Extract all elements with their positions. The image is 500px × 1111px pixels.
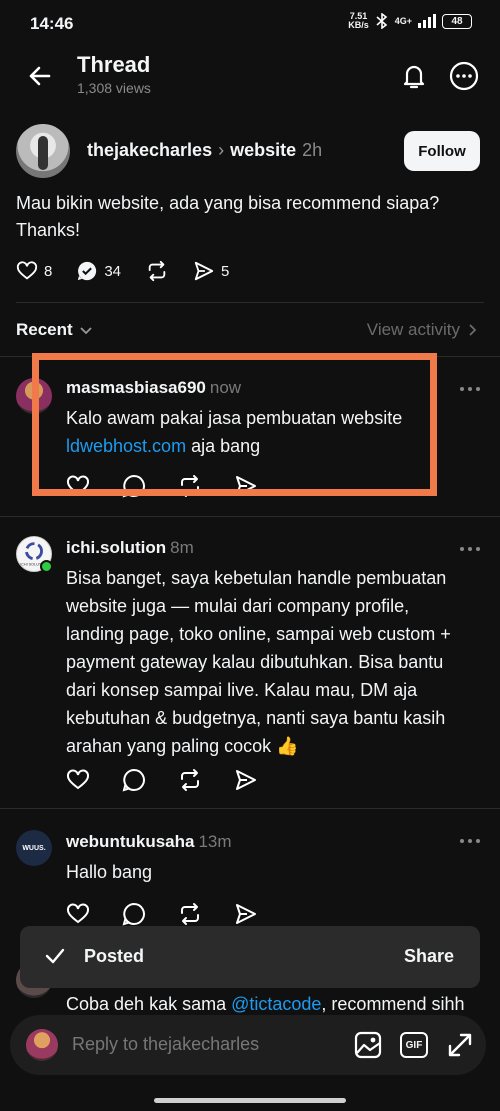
replies-button[interactable]: 34: [76, 260, 121, 282]
network-speed: 7.51 KB/s: [348, 12, 369, 30]
send-icon: [194, 261, 214, 281]
comment-icon[interactable]: [122, 902, 146, 926]
like-button[interactable]: 8: [16, 260, 52, 282]
repost-icon[interactable]: [178, 768, 202, 792]
post-text-line: Thanks!: [16, 220, 81, 240]
chevron-down-icon: [80, 327, 92, 335]
share-button[interactable]: 5: [193, 260, 229, 282]
divider: [0, 808, 500, 809]
network-speed-unit: KB/s: [348, 20, 369, 30]
check-icon: [45, 948, 65, 964]
view-count: 1,308 views: [77, 80, 151, 96]
status-time: 14:46: [30, 14, 74, 33]
reply-actions: [66, 902, 258, 926]
reply-text: Coba deh kak sama @tictacode, recommend …: [66, 990, 486, 1018]
comment-icon[interactable]: [122, 768, 146, 792]
reply-username-text: ichi.solution: [66, 538, 167, 557]
sort-label: Recent: [16, 320, 73, 339]
reply-text-line: landing page, toko online, sampai web cu…: [66, 624, 451, 644]
more-circle-icon: [449, 61, 479, 91]
more-icon[interactable]: [458, 384, 482, 394]
view-activity-label: View activity: [366, 320, 460, 339]
reply-composer[interactable]: Reply to thejakecharles GIF: [10, 1015, 486, 1075]
back-button[interactable]: [22, 58, 58, 94]
post-username[interactable]: thejakecharles: [87, 140, 212, 161]
follow-button[interactable]: Follow: [404, 131, 480, 171]
avatar: [26, 1029, 58, 1061]
heart-icon[interactable]: [66, 902, 90, 926]
reply-actions: [66, 768, 258, 792]
divider: [0, 516, 500, 517]
send-icon[interactable]: [234, 902, 258, 926]
reply-text-line: kebutuhan & budgetnya, nanti saya bantu …: [66, 708, 446, 728]
reply-text-part: , recommend sihh: [321, 994, 465, 1014]
reply-username-text: webuntukusaha: [66, 832, 195, 851]
toast-label: Posted: [84, 946, 145, 966]
chevron-right-icon: [469, 324, 477, 336]
sort-bar: Recent View activity: [0, 318, 500, 344]
reply-username[interactable]: ichi.solution 8m: [66, 538, 194, 558]
post-time: 2h: [302, 140, 323, 160]
more-options-button[interactable]: [446, 58, 482, 94]
share-count: 5: [221, 262, 230, 280]
expand-icon[interactable]: [444, 1029, 476, 1061]
notifications-button[interactable]: [396, 58, 432, 94]
reply-text-line: dari konsep sampai live. Kalau mau, DM a…: [66, 680, 418, 700]
image-icon[interactable]: [352, 1029, 384, 1061]
battery-level: 48: [451, 15, 463, 27]
reply-time: 8m: [170, 538, 194, 557]
comment-check-icon: [78, 261, 97, 281]
home-indicator[interactable]: [154, 1098, 346, 1103]
reply-text-part: Coba deh kak sama: [66, 994, 232, 1014]
mention-link[interactable]: @tictacode: [231, 994, 321, 1014]
gif-button[interactable]: GIF: [398, 1029, 430, 1061]
page-title: Thread: [77, 52, 151, 77]
header: Thread 1,308 views: [0, 48, 500, 104]
post-text-line: Mau bikin website, ada yang bisa recomme…: [16, 193, 440, 213]
posted-toast: Posted Share: [20, 926, 480, 988]
view-activity-link[interactable]: View activity: [367, 320, 478, 340]
avatar[interactable]: WUUS.: [16, 830, 52, 866]
reply-text-line: Bisa banget, saya kebetulan handle pembu…: [66, 568, 447, 588]
network-type: 4G+: [394, 15, 412, 26]
repost-icon[interactable]: [178, 902, 202, 926]
post-text: Mau bikin website, ada yang bisa recomme…: [16, 190, 486, 244]
post-meta: thejakecharles › website 2h: [87, 140, 322, 161]
avatar[interactable]: [16, 124, 70, 178]
repost-button[interactable]: [145, 260, 169, 282]
reply-username[interactable]: webuntukusaha 13m: [66, 832, 232, 852]
toast-share-button[interactable]: Share: [404, 946, 454, 967]
reply-text-line: payment gateway kalau dibutuhkan. Bisa b…: [66, 652, 444, 672]
heart-icon[interactable]: [66, 768, 90, 792]
bell-icon: [403, 65, 425, 89]
brand-logo-text: WUUS.: [22, 844, 46, 852]
reply-text-line: arahan yang paling cocok 👍: [66, 736, 299, 756]
reply-text-line: website juga — mulai dari company profil…: [66, 596, 410, 616]
status-icons: 7.51 KB/s 4G+ 48: [348, 12, 472, 30]
repost-icon: [148, 260, 166, 282]
like-count: 8: [44, 262, 53, 280]
reply-text: Bisa banget, saya kebetulan handle pembu…: [66, 564, 486, 760]
post-topic[interactable]: website: [230, 140, 296, 161]
gif-icon: GIF: [400, 1032, 428, 1058]
more-icon[interactable]: [458, 544, 482, 554]
reply-input[interactable]: Reply to thejakecharles: [72, 1034, 259, 1055]
chevron-right-icon: ›: [218, 140, 225, 160]
reply-time: 13m: [198, 832, 232, 851]
signal-icon: [418, 14, 436, 28]
online-indicator: [40, 560, 53, 573]
highlight-box: [32, 353, 437, 496]
post-actions: 8 34 5: [16, 260, 253, 282]
reply-count: 34: [104, 262, 122, 280]
status-bar: 14:46 7.51 KB/s 4G+ 48: [0, 0, 500, 48]
reply-text: Hallo bang: [66, 862, 153, 882]
more-icon[interactable]: [458, 836, 482, 846]
send-icon[interactable]: [234, 768, 258, 792]
divider: [16, 302, 484, 303]
sort-dropdown[interactable]: Recent: [16, 320, 93, 340]
heart-icon: [16, 261, 38, 280]
arrow-left-icon: [29, 66, 51, 86]
battery-icon: 48: [442, 13, 472, 29]
bluetooth-icon: [376, 13, 387, 29]
